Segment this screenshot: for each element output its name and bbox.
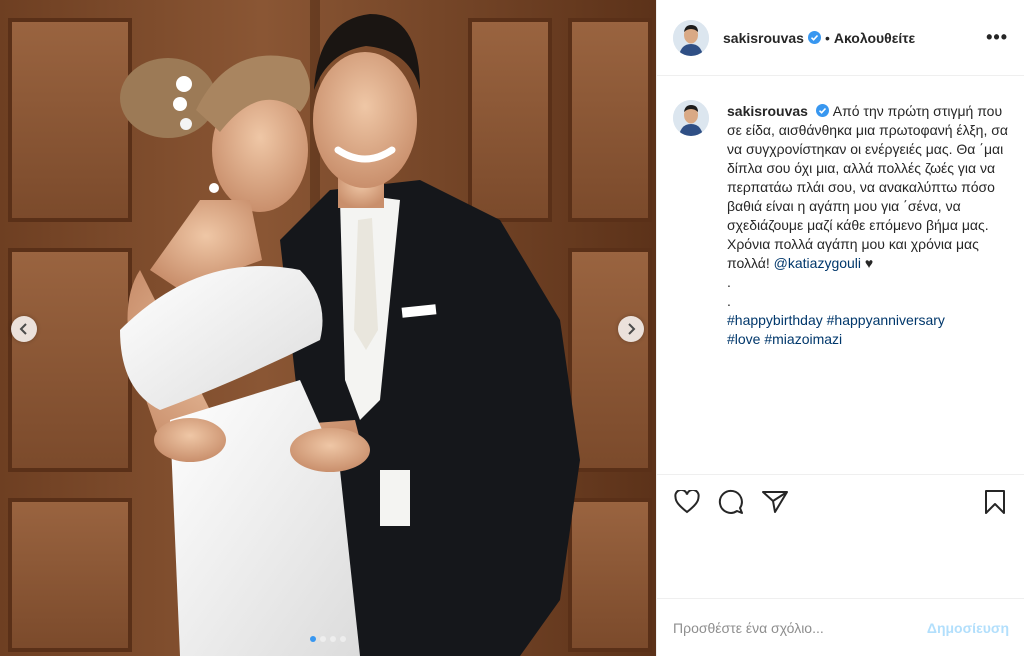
more-options-icon[interactable]: ••• (986, 27, 1008, 48)
avatar-icon (673, 19, 709, 56)
comment-bar: Δημοσίευση (657, 598, 1024, 656)
carousel-indicator (0, 636, 656, 642)
carousel-dot (310, 636, 316, 642)
hashtag-link[interactable]: #love (727, 331, 760, 347)
mention-link[interactable]: @katiazygouli (774, 255, 861, 271)
hashtags: #happybirthday #happyanniversary #love #… (727, 311, 1008, 349)
post-details-panel: sakisrouvas • Ακολουθείτε ••• sakisrouva… (656, 0, 1024, 656)
action-bar (657, 474, 1024, 528)
following-button[interactable]: Ακολουθείτε (834, 30, 915, 46)
avatar[interactable] (673, 19, 709, 56)
caption-username-link[interactable]: sakisrouvas (727, 103, 808, 119)
hashtag-link[interactable]: #miazoimazi (764, 331, 842, 347)
carousel-dot (340, 636, 346, 642)
heart-emoji: ♥ (864, 255, 874, 271)
post-comment-button[interactable]: Δημοσίευση (927, 620, 1009, 636)
post-photo[interactable] (0, 0, 656, 656)
caption-section: sakisrouvas Από την πρώτη στιγμή που σε … (657, 76, 1024, 476)
chevron-left-icon (19, 323, 27, 335)
save-button[interactable] (981, 488, 1009, 516)
chevron-right-icon (628, 323, 636, 335)
carousel-next-button[interactable] (618, 316, 644, 342)
verified-badge-icon (807, 31, 821, 44)
bookmark-icon (985, 489, 1005, 514)
post-header: sakisrouvas • Ακολουθείτε ••• (657, 0, 1024, 76)
caption-text: Από την πρώτη στιγμή που σε είδα, αισθάν… (727, 103, 1008, 271)
hashtag-link[interactable]: #happybirthday (727, 312, 823, 328)
username-link[interactable]: sakisrouvas (723, 30, 804, 46)
comment-input[interactable] (673, 619, 927, 636)
share-button[interactable] (761, 488, 789, 516)
verified-badge-icon (815, 104, 829, 117)
carousel-dot (320, 636, 326, 642)
send-icon (762, 490, 788, 513)
caption-body: sakisrouvas Από την πρώτη στιγμή που σε … (727, 102, 1008, 476)
avatar[interactable] (673, 100, 709, 136)
carousel-prev-button[interactable] (11, 316, 37, 342)
avatar-icon (673, 100, 709, 136)
wedding-photo (0, 0, 656, 656)
hashtag-link[interactable]: #happyanniversary (827, 312, 945, 328)
like-button[interactable] (673, 488, 701, 516)
comment-icon (718, 489, 743, 514)
comment-button[interactable] (717, 488, 745, 516)
carousel-dot (330, 636, 336, 642)
caption-dot: . (727, 274, 731, 290)
separator-dot: • (824, 29, 830, 46)
caption-dot: . (727, 293, 731, 309)
heart-icon (674, 489, 700, 513)
